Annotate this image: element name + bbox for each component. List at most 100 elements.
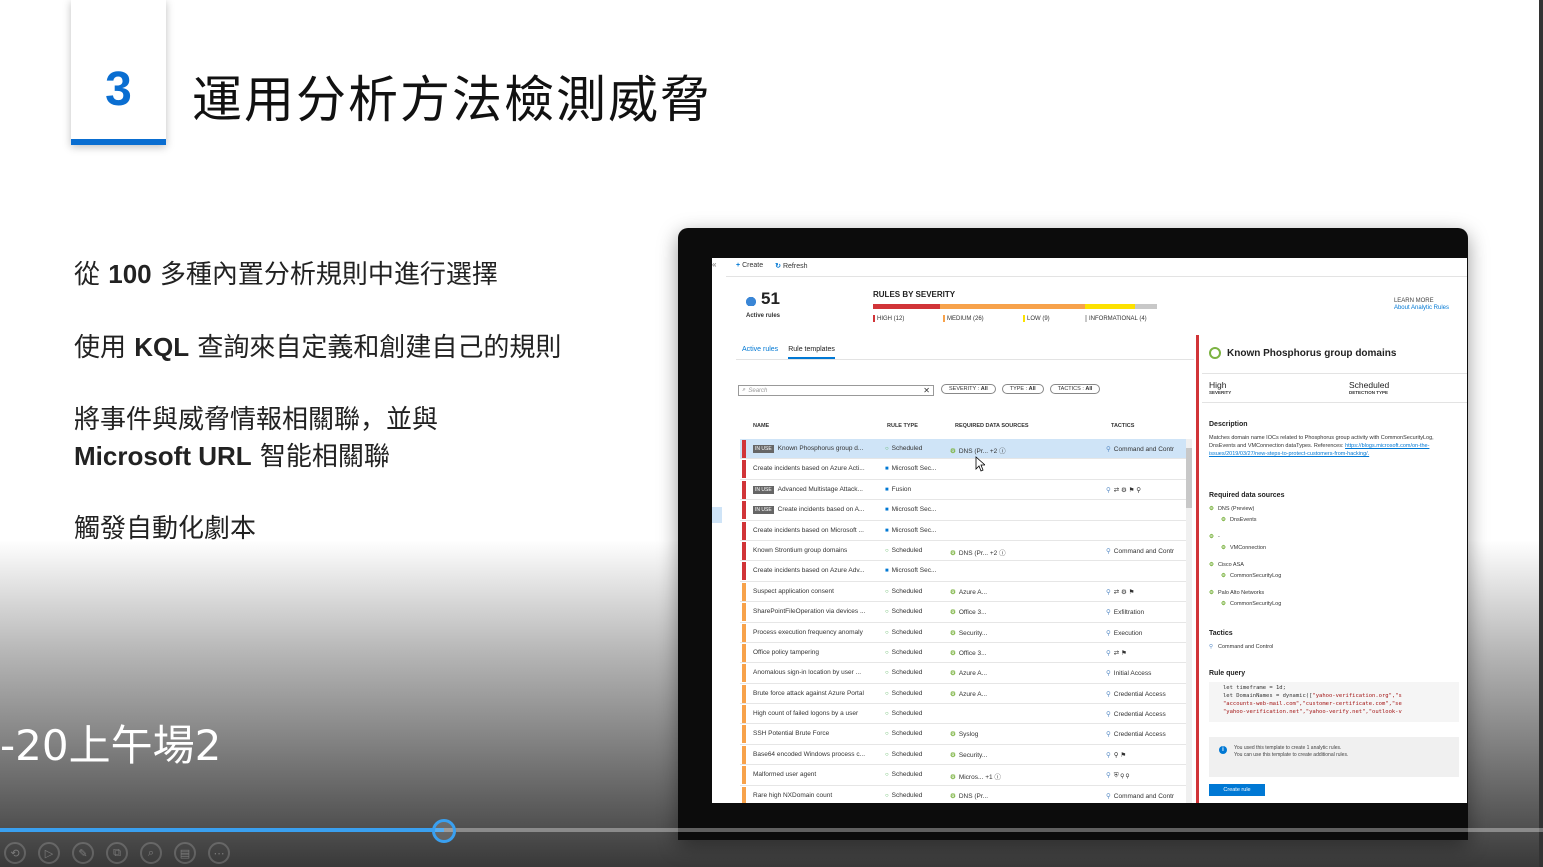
rule-type: ○ Scheduled: [885, 689, 923, 697]
tactics-filter[interactable]: TACTICS : All: [1049, 384, 1101, 394]
tactics: ⚲ Command and Contr: [1106, 792, 1175, 800]
about-analytic-rules-link[interactable]: About Analytic Rules: [1394, 305, 1449, 311]
rule-name: SharePointFileOperation via devices ...: [753, 608, 866, 616]
table-row[interactable]: Create incidents based on Azure Acti... ■…: [740, 459, 1186, 480]
rule-name: Create incidents based on Microsoft ...: [753, 526, 864, 534]
table-row[interactable]: Malformed user agent ○ Scheduled ⚙ Micros...…: [740, 765, 1186, 786]
tactics: ⚲ ⇄ ⚑: [1106, 649, 1127, 657]
rule-name: High count of failed logons by a user: [753, 710, 859, 718]
detail-tactic: ⚲ Command and Control: [1209, 644, 1274, 650]
tactics: ⚲ Credential Access: [1106, 731, 1166, 739]
col-tactics[interactable]: TACTICS: [1111, 423, 1134, 429]
slide-title: 運用分析方法檢測威脅: [192, 71, 712, 129]
data-source-item: ⚙ -: [1209, 534, 1220, 540]
table-row[interactable]: IN USE Advanced Multistage Attack... ■ Fusi…: [740, 480, 1186, 501]
table-row[interactable]: Create incidents based on Microsoft ... ■…: [740, 521, 1186, 541]
table-row[interactable]: High count of failed logons by a user ○ Sc…: [740, 704, 1186, 725]
microsoft-security-icon: ■: [885, 507, 889, 514]
table-row[interactable]: Brute force attack against Azure Portal ○…: [740, 684, 1186, 705]
clock-icon: [1209, 347, 1221, 359]
table-row[interactable]: Anomalous sign-in location by user ... ○ S…: [740, 663, 1186, 684]
detail-title: Known Phosphorus group domains: [1209, 347, 1396, 359]
data-source-icon: ⚙: [950, 629, 956, 637]
table-row[interactable]: Known Strontium group domains ○ Scheduled ⚙…: [740, 541, 1186, 562]
description-text: Matches domain name IOCs related to Phos…: [1209, 435, 1434, 457]
rule-type: ○ Scheduled: [885, 730, 923, 738]
tab-rule-templates[interactable]: Rule templates: [788, 346, 835, 359]
severity-segment: [1084, 304, 1135, 309]
collapse-icon[interactable]: «: [712, 260, 716, 269]
table-row[interactable]: IN USE Known Phosphorus group d... ○ Schedu…: [740, 439, 1186, 460]
bullet-3: 將事件與威脅情報相關聯，並與 Microsoft URL 智能相關聯: [74, 405, 439, 472]
template-info-box: i You used this template to create 1 ana…: [1209, 737, 1459, 777]
tactics: ⚲ Credential Access: [1106, 690, 1166, 698]
rule-name: Malformed user agent: [753, 771, 817, 779]
data-source-icon: ⚙: [950, 588, 956, 596]
col-name[interactable]: NAME: [753, 423, 769, 429]
table-row[interactable]: SSH Potential Brute Force ○ Scheduled ⚙ Sysl…: [740, 724, 1186, 745]
player-control-button[interactable]: ▤: [174, 842, 196, 864]
type-filter[interactable]: TYPE : All: [1001, 384, 1044, 394]
severity-filter[interactable]: SEVERITY : All: [941, 384, 996, 394]
data-sources: ⚙ Micros... +1 ⓘ: [950, 774, 1001, 782]
active-rules-count: 51: [746, 289, 780, 309]
table-row[interactable]: IN USE Create incidents based on A... ■ Mic…: [740, 500, 1186, 521]
refresh-icon: ↻: [775, 263, 781, 270]
rule-name: Create incidents based on Azure Acti...: [753, 465, 865, 473]
rule-name: SSH Potential Brute Force: [753, 730, 830, 738]
player-control-button[interactable]: ⋯: [208, 842, 230, 864]
tactic-icon: ⚲: [1209, 644, 1214, 650]
clear-search-icon[interactable]: ✕: [923, 386, 930, 395]
table-row[interactable]: Base64 encoded Windows process c... ○ Sche…: [740, 745, 1186, 766]
create-button[interactable]: + Create: [736, 262, 763, 270]
player-control-button[interactable]: ⟲: [4, 842, 26, 864]
progress-track[interactable]: [0, 828, 1543, 832]
info-icon: i: [1219, 746, 1227, 754]
rule-type: ■ Microsoft Sec...: [885, 465, 937, 473]
create-rule-button[interactable]: Create rule: [1209, 784, 1265, 796]
table-row[interactable]: SharePointFileOperation via devices ... ○…: [740, 602, 1186, 623]
table-row[interactable]: Rare high NXDomain count ○ Scheduled ⚙ DNS (…: [740, 786, 1186, 803]
severity-segment: [873, 304, 940, 309]
player-control-button[interactable]: ✎: [72, 842, 94, 864]
data-sources: ⚙ Office 3...: [950, 609, 987, 617]
rule-query-code: let timeframe = 1d; let DomainNames = dy…: [1209, 682, 1459, 722]
severity-marker: [742, 480, 746, 499]
player-control-button[interactable]: ⧉: [106, 842, 128, 864]
tactic-icon: ⚲: [1106, 731, 1111, 739]
table-row[interactable]: Office policy tampering ○ Scheduled ⚙ Office…: [740, 643, 1186, 664]
query-heading: Rule query: [1209, 670, 1246, 677]
table-row[interactable]: Suspect application consent ○ Scheduled ⚙ Az…: [740, 582, 1186, 603]
refresh-button[interactable]: ↻ Refresh: [775, 262, 807, 270]
data-source-icon: ⚙: [950, 549, 956, 557]
data-source-icon: ⚙: [950, 649, 956, 657]
section-number: 3: [105, 63, 132, 116]
table-row[interactable]: Create incidents based on Azure Adv... ■ M…: [740, 561, 1186, 582]
flask-icon: [746, 292, 756, 306]
player-controls: ⟲ ▷ ✎ ⧉ ⌕ ▤ ⋯: [4, 842, 230, 864]
tactics: ⚲ Command and Contr: [1106, 547, 1175, 555]
tactics: ⚲ Command and Contr: [1106, 446, 1175, 453]
table-row[interactable]: Process execution frequency anomaly ○ Sche…: [740, 623, 1186, 643]
player-control-button[interactable]: ▷: [38, 842, 60, 864]
data-source-table: ⚙ VMConnection: [1221, 545, 1267, 551]
tab-active-rules[interactable]: Active rules: [742, 346, 778, 359]
bullet-1: 從 100 多種內置分析規則中進行選擇: [74, 259, 498, 290]
data-sources: ⚙ Azure A...: [950, 670, 988, 678]
col-data-sources[interactable]: REQUIRED DATA SOURCES: [955, 423, 1029, 429]
rule-name: IN USE Known Phosphorus group d...: [753, 445, 864, 453]
tactic-icon: ⚲: [1106, 588, 1111, 596]
col-rule-type[interactable]: RULE TYPE: [887, 423, 918, 429]
tactic-icon: ⚲: [1106, 670, 1111, 678]
rule-name: Process execution frequency anomaly: [753, 628, 863, 636]
search-input[interactable]: ⌕ Search ✕: [738, 385, 934, 396]
player-control-button[interactable]: ⌕: [140, 842, 162, 864]
severity-legend: HIGH (12) MEDIUM (26) LOW (9) INFORMATIONAL…: [873, 315, 1165, 322]
rule-type: ○ Scheduled: [885, 608, 923, 616]
scheduled-icon: ○: [885, 731, 889, 738]
scrollbar-thumb[interactable]: [1186, 448, 1192, 508]
tactic-icon: ⚲: [1106, 751, 1111, 759]
data-source-icon: ⚙: [1221, 573, 1226, 579]
tactics-heading: Tactics: [1209, 630, 1233, 637]
tactics: ⚲ ⇄ ⚙ ⚑ ⚲: [1106, 486, 1142, 494]
